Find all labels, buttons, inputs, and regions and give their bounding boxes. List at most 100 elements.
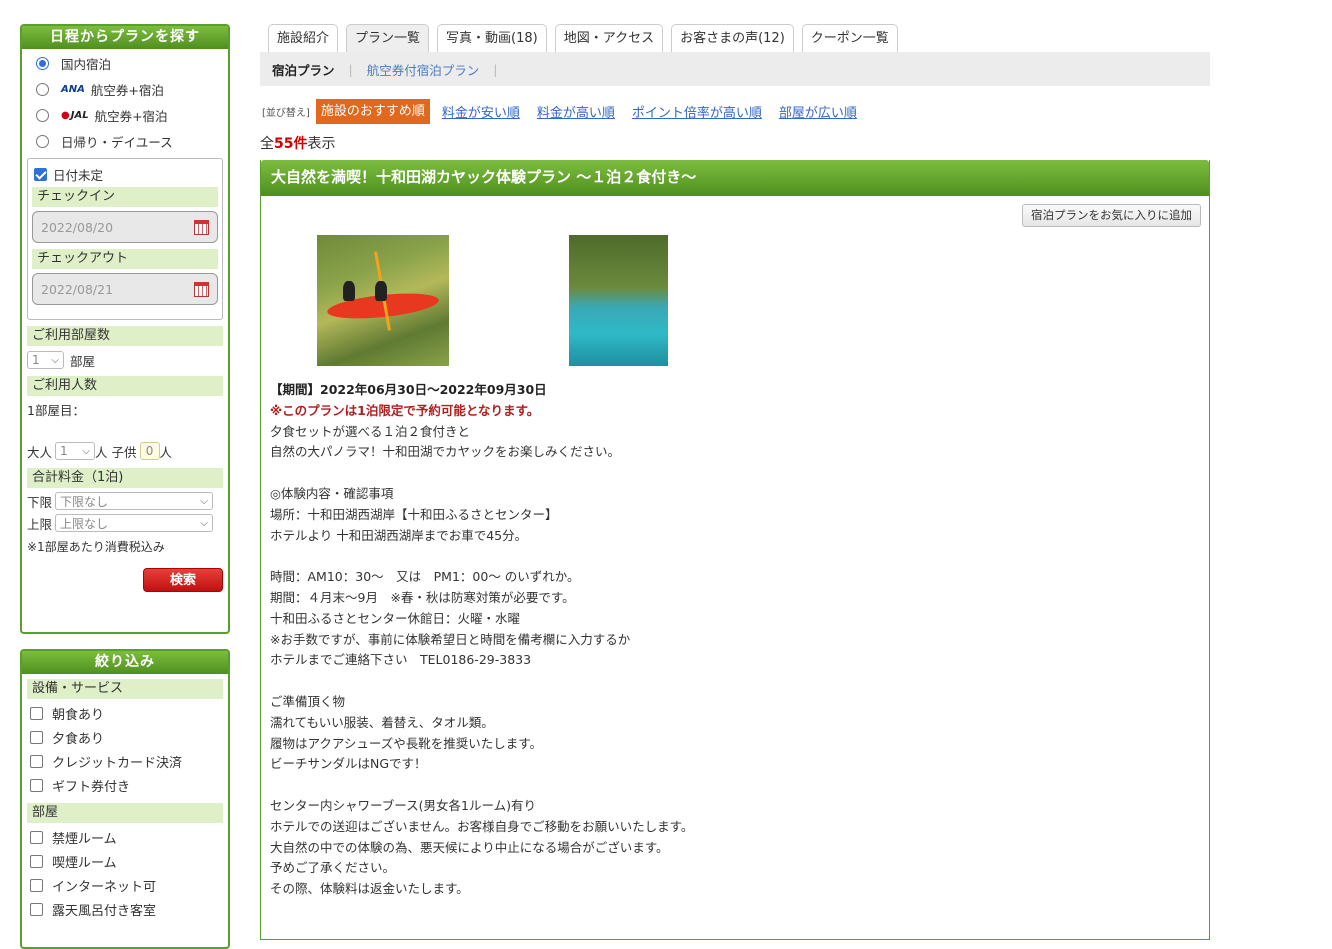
radio-button[interactable] xyxy=(36,134,49,148)
rooms-unit: 部屋 xyxy=(70,353,96,369)
checkbox-icon[interactable] xyxy=(30,878,43,892)
radio-button[interactable] xyxy=(36,108,49,122)
checkout-label: チェックアウト xyxy=(32,249,218,269)
filter-dinner[interactable]: 夕食あり xyxy=(22,725,228,749)
sort-room-size[interactable]: 部屋が広い順 xyxy=(779,102,857,121)
radio-label: 航空券+宿泊 xyxy=(90,82,164,98)
radio-day-use[interactable]: 日帰り・デイユース xyxy=(22,128,228,154)
plan-body-line: ※お手数ですが、事前に体験希望日と時間を備考欄に入力するか xyxy=(270,631,631,647)
sort-points-high[interactable]: ポイント倍率が高い順 xyxy=(632,102,762,121)
checkbox-icon[interactable] xyxy=(30,830,43,844)
filter-gift-voucher[interactable]: ギフト券付き xyxy=(22,773,228,797)
date-undecided-checkbox[interactable]: 日付未定 xyxy=(32,163,218,185)
subtab-air-stay-plan[interactable]: 航空券付宿泊プラン xyxy=(367,60,494,79)
plan-body-line: ホテルでの送迎はございません。お客様自身でご移動をお願いいたします。 xyxy=(270,818,694,834)
radio-label: 国内宿泊 xyxy=(61,56,112,72)
max-price-label: 上限 xyxy=(27,516,53,532)
filter-label: クレジットカード決済 xyxy=(52,755,183,771)
subtab-stay-plan[interactable]: 宿泊プラン xyxy=(272,60,349,79)
plan-body-line: 大自然の中での体験の為、悪天候により中止になる場合がございます。 xyxy=(270,839,669,855)
search-button[interactable]: 検索 xyxy=(143,568,223,592)
price-label: 合計料金（1泊) xyxy=(27,468,223,488)
filter-credit-card[interactable]: クレジットカード決済 xyxy=(22,749,228,773)
lake-photo[interactable] xyxy=(569,235,668,366)
adult-select[interactable]: 1 ⌵ xyxy=(55,442,96,460)
radio-jal-flight-stay[interactable]: JAL 航空券+宿泊 xyxy=(22,102,228,128)
plan-body-line xyxy=(270,546,1190,567)
sort-price-low[interactable]: 料金が安い順 xyxy=(442,102,520,121)
sort-price-high[interactable]: 料金が高い順 xyxy=(537,102,615,121)
plan-body-line: その際、体験料は返金いたします。 xyxy=(270,881,469,897)
max-price-value: 上限なし xyxy=(60,516,109,531)
chevron-down-icon: ⌵ xyxy=(200,495,209,507)
filter-non-smoking[interactable]: 禁煙ルーム xyxy=(22,825,228,849)
facilities-label: 設備・サービス xyxy=(27,679,223,699)
child-input[interactable]: 0 xyxy=(139,442,160,460)
filter-breakfast[interactable]: 朝食あり xyxy=(22,701,228,725)
tab-coupons[interactable]: クーポン一覧 xyxy=(801,24,898,52)
filter-label: 禁煙ルーム xyxy=(52,831,117,847)
plan-warning: ※このプランは1泊限定で予約可能となります。 xyxy=(270,402,540,418)
filter-label: 夕食あり xyxy=(52,731,105,747)
max-price-select[interactable]: 上限なし ⌵ xyxy=(55,514,214,532)
tax-note: ※1部屋あたり消費税込み xyxy=(27,539,165,554)
date-undecided-label: 日付未定 xyxy=(53,167,104,183)
filter-title: 絞り込み xyxy=(22,651,228,674)
tab-map-access[interactable]: 地図・アクセス xyxy=(554,24,664,52)
checkbox-icon[interactable] xyxy=(30,902,43,916)
plan-card: 大自然を満喫！十和田湖カヤック体験プラン ～１泊２食付き～ 宿泊プランをお気に入… xyxy=(260,160,1210,940)
tab-plan-list[interactable]: プラン一覧 xyxy=(346,24,430,52)
radio-domestic-stay[interactable]: 国内宿泊 xyxy=(22,50,228,76)
plan-body-line: ホテルより 十和田湖西湖岸までお車で45分。 xyxy=(270,527,528,543)
add-favorite-button[interactable]: 宿泊プランをお気に入りに追加 xyxy=(1022,204,1201,227)
sort-bar: [並び替え] 施設のおすすめ順 料金が安い順 料金が高い順 ポイント倍率が高い順… xyxy=(262,99,874,124)
filter-panel: 絞り込み 設備・サービス 朝食あり 夕食あり クレジットカード決済 ギフト券付き… xyxy=(20,649,230,949)
tab-photos-videos[interactable]: 写真・動画(18) xyxy=(437,24,547,52)
filter-open-air-bath[interactable]: 露天風呂付き客室 xyxy=(22,897,228,921)
plan-body-line: センター内シャワーブース(男女各1ルーム)有り xyxy=(270,797,536,813)
ana-logo: ANA xyxy=(61,83,85,95)
tab-reviews[interactable]: お客さまの声(12) xyxy=(671,24,794,52)
sort-recommended[interactable]: 施設のおすすめ順 xyxy=(315,99,430,124)
checkin-input[interactable]: 2022/08/20 xyxy=(32,211,218,243)
checkout-input[interactable]: 2022/08/21 xyxy=(32,273,218,305)
calendar-icon[interactable] xyxy=(194,219,209,235)
radio-button[interactable] xyxy=(36,56,49,70)
plan-type-bar: 宿泊プラン | 航空券付宿泊プラン | xyxy=(260,52,1210,86)
radio-button[interactable] xyxy=(36,82,49,96)
plan-period: 【期間】2022年06月30日～2022年09月30日 xyxy=(270,382,547,397)
checkbox-icon[interactable] xyxy=(30,854,43,868)
filter-internet[interactable]: インターネット可 xyxy=(22,873,228,897)
sort-label: [並び替え] xyxy=(262,108,310,119)
filter-label: 露天風呂付き客室 xyxy=(52,903,157,919)
filter-smoking[interactable]: 喫煙ルーム xyxy=(22,849,228,873)
person-shape xyxy=(375,281,387,301)
adult-label: 大人 xyxy=(27,444,53,460)
room1-label: 1部屋目： xyxy=(27,402,85,418)
people-label: ご利用人数 xyxy=(27,376,223,396)
plan-body-line: 自然の大パノラマ！十和田湖でカヤックをお楽しみください。 xyxy=(270,444,621,460)
calendar-icon[interactable] xyxy=(194,281,209,297)
date-search-title: 日程からプランを探す xyxy=(22,26,228,49)
tab-facility-intro[interactable]: 施設紹介 xyxy=(268,24,339,52)
radio-label: 航空券+宿泊 xyxy=(94,108,168,124)
checkbox-icon[interactable] xyxy=(30,706,43,720)
checkbox-checked-icon[interactable] xyxy=(34,167,47,181)
count-prefix: 全 xyxy=(260,136,274,152)
plan-title[interactable]: 大自然を満喫！十和田湖カヤック体験プラン ～１泊２食付き～ xyxy=(261,160,1209,196)
min-price-label: 下限 xyxy=(27,494,53,510)
filter-label: インターネット可 xyxy=(52,879,157,895)
checkin-value: 2022/08/20 xyxy=(41,219,114,235)
radio-label: 日帰り・デイユース xyxy=(61,134,173,150)
rooms-select[interactable]: 1 ⌵ xyxy=(27,351,64,369)
kayak-photo[interactable] xyxy=(317,235,449,366)
count-suffix: 表示 xyxy=(307,136,336,152)
min-price-value: 下限なし xyxy=(60,494,109,509)
min-price-select[interactable]: 下限なし ⌵ xyxy=(55,492,214,510)
checkbox-icon[interactable] xyxy=(30,754,43,768)
checkbox-icon[interactable] xyxy=(30,778,43,792)
radio-ana-flight-stay[interactable]: ANA 航空券+宿泊 xyxy=(22,76,228,102)
filter-label: 朝食あり xyxy=(52,707,105,723)
plan-body-line: 期間：４月末～9月 ※春・秋は防寒対策が必要です。 xyxy=(270,589,575,605)
checkbox-icon[interactable] xyxy=(30,730,43,744)
